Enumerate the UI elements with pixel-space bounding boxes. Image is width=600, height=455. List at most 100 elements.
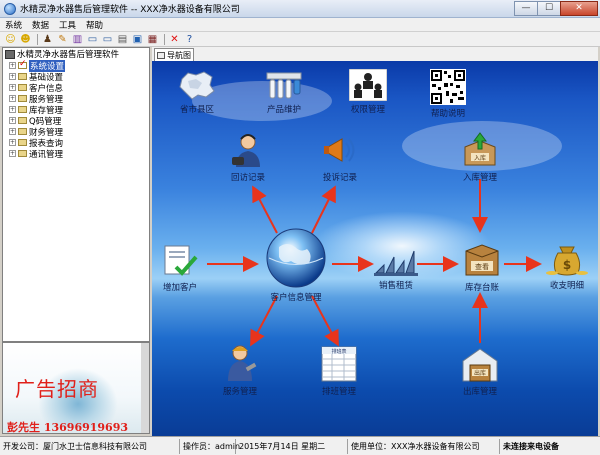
close-icon[interactable]: ✕	[168, 33, 181, 45]
node-label: 销售租赁	[378, 281, 413, 291]
pen-icon[interactable]: ✎	[56, 33, 69, 45]
menu-data[interactable]: 数据	[27, 19, 54, 31]
sales-chart-icon	[374, 250, 418, 276]
node-revisit[interactable]: 回访记录	[224, 131, 272, 183]
dispatch-badge: 排班表	[331, 348, 346, 355]
node-finance[interactable]: $ 收支明细	[540, 241, 594, 291]
tree-item-finance[interactable]: + 财务管理	[3, 126, 149, 138]
status-bar: 开发公司：厦门水卫士信息科技有限公司 操作员：admin 2015年7月14日 …	[0, 436, 600, 455]
node-help[interactable]: 帮助说明	[424, 69, 472, 119]
tree-item-service[interactable]: + 服务管理	[3, 93, 149, 105]
window-icon[interactable]: ▣	[131, 33, 144, 45]
node-complaint[interactable]: 投诉记录	[316, 131, 364, 183]
close-button[interactable]: ✕	[560, 0, 598, 16]
menu-system[interactable]: 系统	[0, 19, 27, 31]
node-service[interactable]: 服务管理	[214, 343, 266, 397]
china-map-icon	[179, 71, 215, 100]
nav-tree: 水精灵净水器售后管理软件 + 系统设置 + 基础设置 + 客户信息 + 服务管理…	[2, 47, 150, 342]
map-icon	[157, 51, 165, 59]
warehouse-icon: 出库	[462, 348, 498, 382]
users-icon[interactable]: ♟	[41, 33, 54, 45]
node-products[interactable]: 产品维护	[260, 69, 308, 115]
node-label: 出库管理	[462, 387, 497, 397]
folder-icon	[18, 84, 27, 91]
app-icon	[4, 2, 16, 15]
node-stock-out[interactable]: 出库 出库管理	[456, 345, 504, 397]
expand-icon[interactable]: +	[9, 128, 16, 135]
printer-icon[interactable]: ▤	[116, 33, 129, 45]
toolbar: ☺ ☻ ♟ ✎ ▥ ▭ ▭ ▤ ▣ ▦ ✕ ?	[0, 32, 600, 47]
status-date: 2015年7月14日 星期二	[236, 438, 348, 454]
stock-out-badge: 出库	[474, 369, 486, 377]
node-label: 客户信息管理	[270, 293, 322, 303]
tab-label: 导航图	[167, 50, 191, 60]
node-label: 投诉记录	[322, 173, 357, 183]
node-permissions[interactable]: 权限管理	[344, 69, 392, 115]
smiley-icon[interactable]: ☺	[4, 33, 17, 45]
tree-item-qcode[interactable]: + Q码管理	[3, 115, 149, 127]
nav-diagram: 省市县区 产品维护 权限管理 帮助说明 回访记录 投诉记录 入库 入库管理 增加…	[152, 61, 598, 436]
expand-icon[interactable]: +	[9, 150, 16, 157]
node-label: 库存台账	[464, 283, 499, 293]
folder-icon	[18, 139, 27, 146]
expand-icon[interactable]: +	[9, 62, 16, 69]
grid-icon[interactable]: ▦	[146, 33, 159, 45]
node-dispatch[interactable]: 排班表 排班管理	[314, 345, 364, 397]
menu-tools[interactable]: 工具	[54, 19, 81, 31]
node-regions[interactable]: 省市县区	[174, 69, 220, 115]
node-stock-in[interactable]: 入库 入库管理	[456, 131, 504, 183]
arrow-customer-to-dispatch	[311, 295, 339, 347]
node-add-customer[interactable]: 增加客户	[158, 243, 202, 293]
toolbar-separator	[164, 33, 165, 45]
expand-icon[interactable]: +	[9, 117, 16, 124]
tree-item-inventory[interactable]: + 库存管理	[3, 104, 149, 116]
expand-icon[interactable]: +	[9, 95, 16, 102]
ad-scrollbar[interactable]	[141, 343, 149, 433]
water-purifier-icon	[266, 72, 302, 99]
node-sales[interactable]: 销售租赁	[368, 245, 424, 291]
tree-item-communication[interactable]: + 通讯管理	[3, 148, 149, 160]
node-stock-ledger[interactable]: 查看 库存台账	[458, 241, 506, 293]
ad-contact: 彭先生 13696919693	[7, 421, 129, 434]
tree-item-customer-info[interactable]: + 客户信息	[3, 82, 149, 94]
money-bag-icon: $	[546, 246, 588, 276]
menu-help[interactable]: 帮助	[81, 19, 108, 31]
tree-item-system-settings[interactable]: + 系统设置	[3, 59, 149, 72]
screen-icon[interactable]: ▭	[86, 33, 99, 45]
folder-icon	[18, 150, 27, 157]
expand-icon[interactable]: +	[9, 84, 16, 91]
ad-title: 广告招商	[15, 377, 99, 401]
megaphone-icon	[324, 138, 355, 162]
checkbook-icon	[18, 59, 27, 69]
bars-icon[interactable]: ▥	[71, 33, 84, 45]
tree-item-basic-settings[interactable]: + 基础设置	[3, 71, 149, 83]
tab-nav-map[interactable]: 导航图	[154, 48, 194, 61]
node-label: 收支明细	[549, 281, 584, 291]
smiley-icon[interactable]: ☻	[19, 33, 32, 45]
repair-worker-icon	[228, 345, 257, 381]
tree-item-label: 通讯管理	[29, 149, 64, 160]
window-title: 水精灵净水器售后管理软件 -- XXX净水器设备有限公司	[20, 5, 240, 15]
tree-item-reports[interactable]: + 报表查询	[3, 137, 149, 149]
expand-icon[interactable]: +	[9, 106, 16, 113]
schedule-table-icon: 排班表	[321, 346, 357, 382]
qr-code-icon	[430, 69, 466, 105]
screen-icon[interactable]: ▭	[101, 33, 114, 45]
expand-icon[interactable]: +	[9, 139, 16, 146]
node-label: 排班管理	[321, 387, 356, 397]
phone-operator-icon	[232, 134, 260, 167]
minimize-button[interactable]: —	[514, 0, 538, 16]
ad-banner[interactable]: 广告招商 彭先生 13696919693	[2, 342, 150, 434]
stock-ledger-badge: 查看	[475, 262, 489, 271]
node-label: 帮助说明	[430, 109, 465, 119]
node-label: 回访记录	[230, 173, 265, 183]
node-customer-info[interactable]: 客户信息管理	[256, 227, 336, 303]
maximize-button[interactable]: ☐	[537, 0, 561, 16]
folder-icon	[18, 95, 27, 102]
title-bar: 水精灵净水器售后管理软件 -- XXX净水器设备有限公司 — ☐ ✕	[0, 0, 600, 18]
globe-icon	[266, 228, 326, 288]
expand-icon[interactable]: +	[9, 73, 16, 80]
stock-ledger-box-icon: 查看	[465, 244, 499, 276]
help-icon[interactable]: ?	[183, 33, 196, 45]
folder-icon	[18, 117, 27, 124]
